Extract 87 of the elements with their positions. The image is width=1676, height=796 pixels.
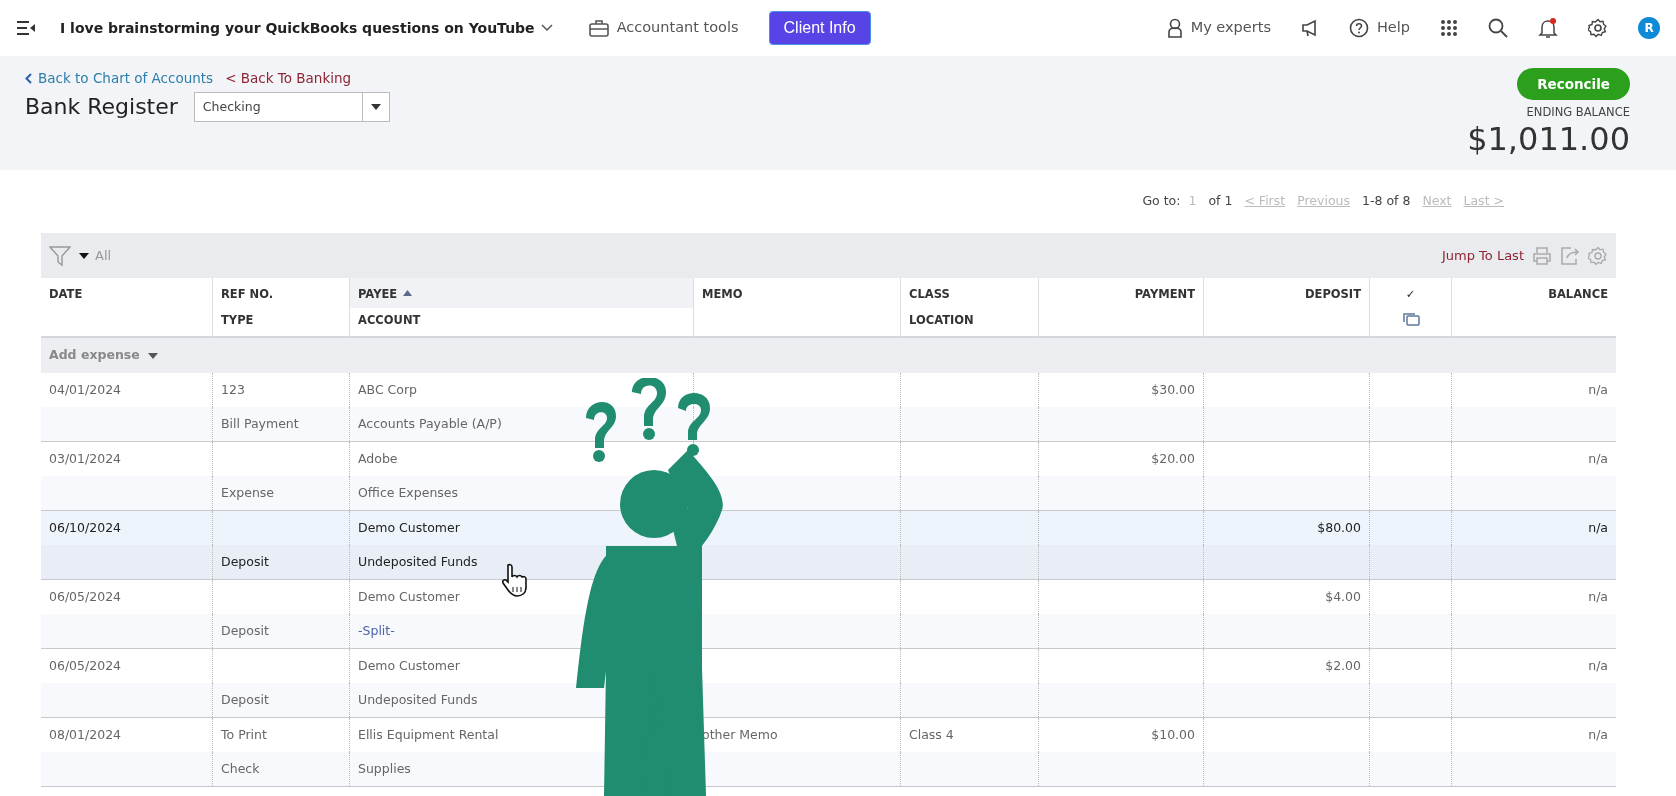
notification-bell-icon[interactable] xyxy=(1538,17,1558,39)
table-cell-text: Adobe xyxy=(358,449,398,468)
account-dropdown[interactable]: Checking xyxy=(193,92,390,123)
table-cell-text: Undeposited Funds xyxy=(358,690,478,709)
caret-down-icon xyxy=(370,104,381,111)
back-link[interactable]: Back to Chart of Accounts xyxy=(25,68,214,89)
table-cell-text: 03/01/2024 xyxy=(49,449,122,468)
table-cell-text: Demo Customer xyxy=(358,656,460,675)
my-experts-link[interactable]: My experts xyxy=(1190,17,1271,39)
page-count: of 1 xyxy=(1208,192,1233,211)
column-header[interactable]: ✓ xyxy=(1405,286,1416,304)
register-row[interactable]: 03/01/2024 Adobe $20.00 n/a Expense Office Expenses xyxy=(41,442,1616,511)
table-cell-text: Demo Customer xyxy=(358,518,460,537)
table-cell-text: n/a xyxy=(1588,449,1608,468)
table-cell-text: $10.00 xyxy=(1151,725,1195,744)
register-row[interactable]: 04/01/2024 123 ABC Corp $30.00 n/a Bill Payment Accounts Payable (A/P) xyxy=(41,373,1616,442)
caret-down-icon[interactable] xyxy=(79,252,89,259)
table-cell-text: n/a xyxy=(1588,656,1608,675)
jump-to-last-link[interactable]: Jump To Last xyxy=(1441,245,1524,266)
goto-label: Go to: xyxy=(1142,192,1181,211)
menu-icon[interactable] xyxy=(16,20,36,36)
megaphone-icon[interactable] xyxy=(1300,19,1319,37)
table-cell-text: To Print xyxy=(221,725,267,744)
table-cell-text: Office Expenses xyxy=(358,483,459,502)
hand-cursor-icon xyxy=(500,563,530,597)
table-cell-text: Supplies xyxy=(358,759,411,778)
column-header[interactable]: MEMO xyxy=(702,286,743,304)
avatar[interactable]: R xyxy=(1638,17,1660,39)
split-link[interactable]: -Split- xyxy=(358,621,395,641)
column-header[interactable]: ACCOUNT xyxy=(358,312,421,330)
table-cell-text: Accounts Payable (A/P) xyxy=(358,414,502,433)
table-cell-text: Deposit xyxy=(221,690,269,709)
table-cell-text: 04/01/2024 xyxy=(49,380,122,399)
briefcase-icon[interactable] xyxy=(588,19,609,37)
chevron-left-icon xyxy=(25,72,32,84)
table-cell-text: Undeposited Funds xyxy=(358,552,478,571)
ending-balance-label: ENDING BALANCE xyxy=(1526,104,1630,122)
caret-down-icon xyxy=(147,352,158,359)
page-title: Bank Register xyxy=(25,94,178,121)
person-icon[interactable] xyxy=(1166,18,1183,38)
table-cell-text: n/a xyxy=(1588,380,1608,399)
ending-balance: $1,011.00 xyxy=(1467,121,1630,157)
back-link[interactable]: < Back To Banking xyxy=(225,68,352,89)
column-header[interactable]: REF NO. xyxy=(221,286,274,304)
help-icon[interactable] xyxy=(1348,18,1369,38)
table-cell-text: $2.00 xyxy=(1325,656,1361,675)
help-link[interactable]: Help xyxy=(1376,17,1410,39)
apps-grid-icon[interactable] xyxy=(1440,19,1458,37)
register-row[interactable]: 06/10/2024 Demo Customer $80.00 n/a Deposit Undeposited Funds xyxy=(41,511,1616,580)
copy-icon[interactable] xyxy=(1401,312,1420,326)
table-cell-text: $80.00 xyxy=(1317,518,1361,537)
table-cell-text: Deposit xyxy=(221,552,269,571)
column-header[interactable]: DEPOSIT xyxy=(1305,286,1361,304)
column-header[interactable]: TYPE xyxy=(221,312,254,330)
column-header[interactable]: BALANCE xyxy=(1548,286,1608,304)
column-header[interactable]: PAYMENT xyxy=(1134,286,1195,304)
table-cell-text: 06/05/2024 xyxy=(49,587,122,606)
table-cell-text: Deposit xyxy=(221,621,269,640)
table-cell-text: ABC Corp xyxy=(358,380,418,399)
table-cell-text: Demo Customer xyxy=(358,587,460,606)
chevron-down-icon[interactable] xyxy=(540,24,553,32)
company-switcher[interactable]: I love brainstorming your QuickBooks questions on YouTube xyxy=(60,17,535,39)
table-cell-text: Check xyxy=(221,759,260,778)
table-cell-text: $30.00 xyxy=(1151,380,1195,399)
table-cell-text: 06/10/2024 xyxy=(49,518,122,537)
column-header[interactable]: DATE xyxy=(49,286,83,304)
accountant-tools-link[interactable]: Accountant tools xyxy=(616,17,739,39)
table-cell-text: 06/05/2024 xyxy=(49,656,122,675)
table-cell-text: Bill Payment xyxy=(221,414,299,433)
column-header[interactable]: LOCATION xyxy=(909,312,974,330)
table-cell-text: n/a xyxy=(1588,518,1608,537)
sort-ascending-icon[interactable] xyxy=(403,290,413,296)
table-cell-text: 123 xyxy=(221,380,245,399)
table-cell-text: $4.00 xyxy=(1325,587,1361,606)
client-info-button[interactable]: Client Info xyxy=(768,11,871,45)
record-range: 1-8 of 8 xyxy=(1362,192,1411,211)
table-cell-text: Ellis Equipment Rental xyxy=(358,725,499,744)
settings-icon[interactable] xyxy=(1588,18,1608,38)
table-cell-text: n/a xyxy=(1588,587,1608,606)
column-header[interactable]: CLASS xyxy=(909,286,950,304)
table-cell-text: n/a xyxy=(1588,725,1608,744)
table-cell-text: Expense xyxy=(221,483,275,502)
table-cell-text: $20.00 xyxy=(1151,449,1195,468)
table-cell-text: Class 4 xyxy=(909,725,954,744)
table-cell-text: 08/01/2024 xyxy=(49,725,122,744)
column-header[interactable]: PAYEE xyxy=(358,286,398,304)
search-icon[interactable] xyxy=(1488,18,1508,38)
